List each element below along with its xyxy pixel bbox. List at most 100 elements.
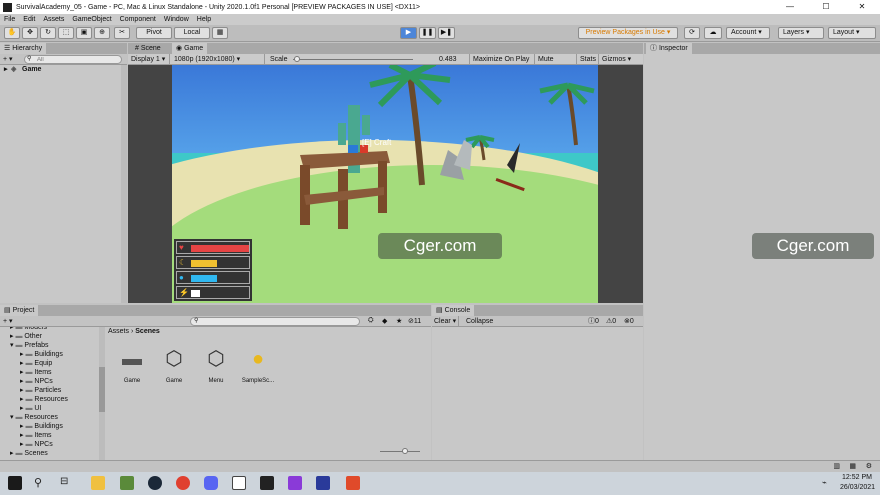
account-dropdown[interactable]: Account ▾ [726, 27, 770, 39]
unity-hub-icon[interactable] [232, 476, 246, 490]
pivot-toggle[interactable]: Pivot [136, 27, 172, 39]
canva-icon[interactable] [346, 476, 360, 490]
menu-item-component[interactable]: Component [116, 14, 160, 25]
game-viewport[interactable]: [E] Craft ♥ ☾ ● ⚡ [172, 65, 598, 303]
step-button[interactable]: ▶❚ [438, 27, 455, 39]
filter-label-icon[interactable]: ◆ [382, 317, 387, 325]
cache-icon[interactable]: ▦ [849, 462, 856, 470]
hierarchy-search-input[interactable] [24, 55, 122, 64]
cloud-icon[interactable]: ☁ [704, 27, 722, 39]
folder-tree-item[interactable]: ▸ ▬ Particles [0, 386, 61, 395]
folder-tree-item[interactable]: ▸ ▬ NPCs [0, 440, 53, 449]
folder-tree-item[interactable]: ▸ ▬ Equip [0, 359, 52, 368]
project-tree-scrollbar[interactable] [99, 327, 105, 460]
windows-start-icon[interactable] [8, 476, 22, 490]
pause-button[interactable]: ❚❚ [419, 27, 436, 39]
layers-dropdown[interactable]: Layers ▾ [778, 27, 824, 39]
warning-count-toggle[interactable]: ⚠0 [606, 316, 616, 327]
asset-item[interactable]: ● SampleSc... [238, 346, 278, 384]
filter-type-icon[interactable]: ⛭ [368, 317, 374, 325]
stats-toggle[interactable]: Stats [577, 54, 599, 65]
menu-item-edit[interactable]: Edit [19, 14, 39, 25]
chrome-icon[interactable] [176, 476, 190, 490]
debug-icon[interactable]: ⚙ [866, 462, 872, 470]
folder-tree-item[interactable]: ▸ ▬ Items [0, 368, 52, 377]
menu-item-gameobject[interactable]: GameObject [68, 14, 115, 25]
layout-dropdown[interactable]: Layout ▾ [828, 27, 876, 39]
preview-packages-button[interactable]: Preview Packages in Use ▾ [578, 27, 678, 39]
mute-audio-toggle[interactable]: Mute Audio [535, 54, 577, 74]
hierarchy-scrollbar[interactable] [121, 65, 127, 303]
project-add-button[interactable]: + ▾ [3, 317, 13, 325]
unity-editor-icon[interactable] [260, 476, 274, 490]
project-search-input[interactable] [190, 317, 360, 326]
collapse-button[interactable]: Collapse [464, 316, 495, 327]
scale-tool-button[interactable]: ⬚ [58, 27, 74, 39]
minimize-button[interactable]: — [772, 0, 808, 14]
rect-tool-button[interactable]: ▣ [76, 27, 92, 39]
folder-tree-item[interactable]: ▸ ▬ Items [0, 431, 52, 440]
app-icon[interactable] [316, 476, 330, 490]
rotate-tool-button[interactable]: ↻ [40, 27, 56, 39]
hierarchy-add-button[interactable]: + ▾ [3, 55, 13, 63]
info-count-toggle[interactable]: ⓘ0 [588, 316, 599, 327]
hierarchy-scene-item[interactable]: ▸ ◈ Game [0, 65, 127, 75]
asset-item[interactable]: ⬡ Menu [196, 346, 236, 384]
resolution-dropdown[interactable]: 1080p (1920x1080) ▾ [171, 54, 265, 65]
menu-item-assets[interactable]: Assets [39, 14, 68, 25]
search-icon[interactable]: ⚲ [34, 476, 48, 490]
menu-item-window[interactable]: Window [160, 14, 193, 25]
auto-generate-lighting-icon[interactable]: ▥ [833, 462, 840, 470]
move-tool-button[interactable]: ✥ [22, 27, 38, 39]
hand-tool-button[interactable]: ✋ [4, 27, 20, 39]
visual-studio-icon[interactable] [288, 476, 302, 490]
asset-item[interactable]: ▬ Game [112, 346, 152, 384]
minecraft-icon[interactable] [120, 476, 134, 490]
discord-icon[interactable] [204, 476, 218, 490]
scale-slider-track[interactable] [293, 59, 413, 60]
close-button[interactable]: ✕ [844, 0, 880, 14]
maximize-on-play-toggle[interactable]: Maximize On Play [469, 54, 535, 65]
asset-item[interactable]: ⬡ Game [154, 346, 194, 384]
display-dropdown[interactable]: Display 1 ▾ [128, 54, 170, 65]
local-toggle[interactable]: Local [174, 27, 210, 39]
zoom-slider-knob[interactable] [402, 448, 408, 454]
hud-bar: ● [176, 271, 250, 284]
folder-tree-item[interactable]: ▸ ▬ UI [0, 404, 41, 413]
zoom-slider[interactable] [380, 451, 420, 452]
favorite-icon[interactable]: ★ [396, 317, 402, 325]
folder-tree-item[interactable]: ▸ ▬ NPCs [0, 377, 53, 386]
custom-tool-button[interactable]: ✂ [114, 27, 130, 39]
folder-tree-item[interactable]: ▸ ▬ Buildings [0, 422, 63, 431]
menu-item-help[interactable]: Help [193, 14, 215, 25]
maximize-button[interactable]: ☐ [808, 0, 844, 14]
folder-tree-item[interactable]: ▸ ▬ Other [0, 332, 42, 341]
folder-tree-item[interactable]: ▸ ▬ Resources [0, 395, 68, 404]
clear-button[interactable]: Clear ▾ [432, 316, 460, 327]
network-icon[interactable]: ⌁ [822, 478, 827, 487]
file-explorer-icon[interactable] [91, 476, 105, 490]
tab-hierarchy[interactable]: ☰ Hierarchy [0, 43, 47, 54]
tab-scene[interactable]: # Scene [131, 43, 165, 54]
tab-project[interactable]: ▤ Project [0, 305, 39, 316]
steam-icon[interactable] [148, 476, 162, 490]
tab-console[interactable]: ▤ Console [432, 305, 475, 316]
folder-tree-item[interactable]: ▸ ▬ Scenes [0, 449, 48, 458]
folder-tree-item[interactable]: ▸ ▬ Buildings [0, 350, 63, 359]
tab-inspector[interactable]: ⓘ Inspector [646, 43, 692, 54]
transform-tool-button[interactable]: ⊕ [94, 27, 110, 39]
task-view-icon[interactable]: ⊟ [60, 476, 74, 490]
collab-button[interactable]: ⟳ [684, 27, 700, 39]
hidden-packages-toggle[interactable]: ⊘11 [408, 317, 421, 325]
scrollbar-thumb[interactable] [99, 367, 105, 412]
menu-item-file[interactable]: File [0, 14, 19, 25]
folder-tree-item[interactable]: ▾ ▬ Prefabs [0, 341, 49, 350]
scale-slider-knob[interactable] [293, 56, 300, 62]
breadcrumb-assets[interactable]: Assets [108, 328, 129, 335]
folder-tree-item[interactable]: ▾ ▬ Resources [0, 413, 58, 422]
tab-game[interactable]: ◉ Game [172, 43, 208, 54]
play-button[interactable]: ▶ [400, 27, 417, 39]
error-count-toggle[interactable]: ⊗0 [624, 316, 634, 327]
gizmos-dropdown[interactable]: Gizmos ▾ [599, 54, 643, 65]
grid-snap-button[interactable]: ▦ [212, 27, 228, 39]
